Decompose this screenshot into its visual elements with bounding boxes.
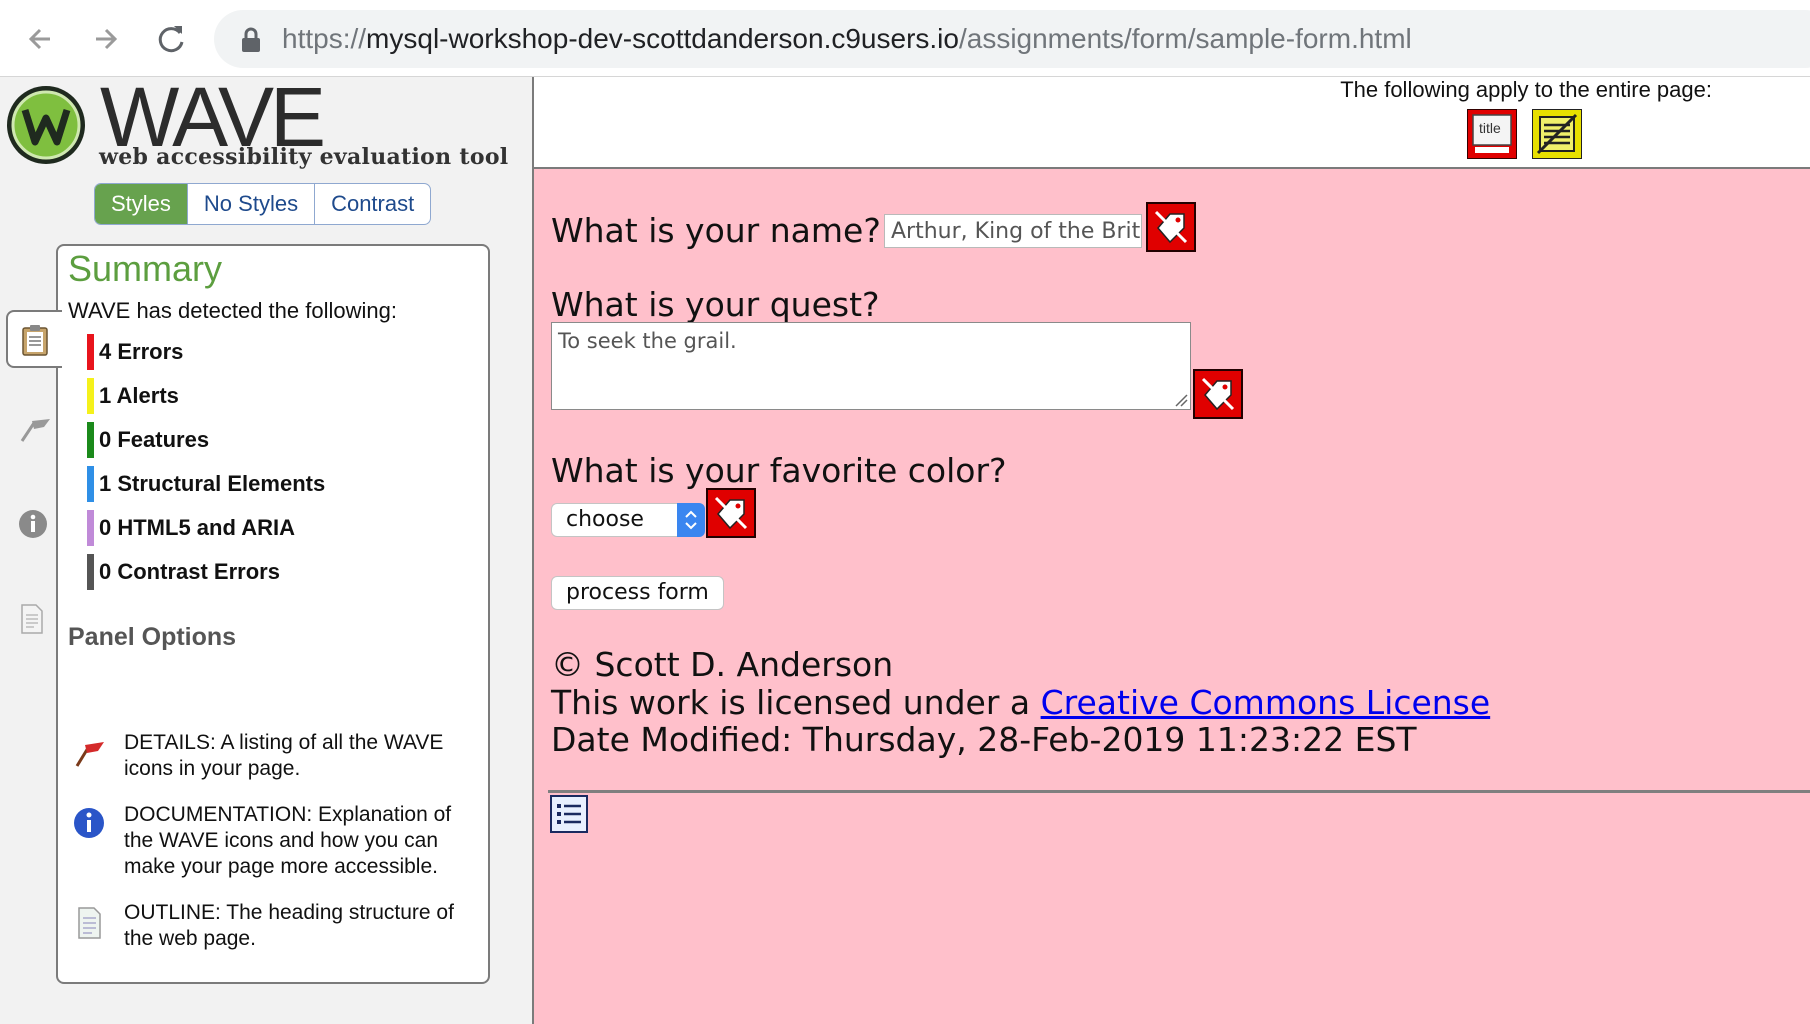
summary-panel: Summary WAVE has detected the following:… [56,244,490,984]
apply-text: The following apply to the entire page: [1340,77,1712,102]
url-path: /assignments/form/sample-form.html [958,23,1412,54]
url-scheme: https:// [282,23,367,54]
stat-label: 1 Structural Elements [99,471,326,496]
summary-title: Summary [68,248,223,289]
alerts-color-bar [87,378,94,414]
option-details-text: DETAILS: A listing of all the WAVE icons… [124,731,444,780]
missing-title-error-icon[interactable]: title [1466,108,1518,160]
reload-icon[interactable] [150,18,192,60]
wave-sidebar: WAVE web accessibility evaluation tool S… [0,70,534,1024]
errors-color-bar [87,334,94,370]
horizontal-rule [548,790,1810,793]
summary-intro: WAVE has detected the following: [68,298,397,323]
list-structure-icon[interactable] [550,795,588,833]
option-documentation[interactable]: DOCUMENTATION: Explanation of the WAVE i… [68,802,478,884]
missing-label-error-icon[interactable] [706,488,756,538]
flag-icon [20,419,50,442]
missing-label-error-icon[interactable] [1193,369,1243,419]
no-styles-tab[interactable]: No Styles [188,184,316,224]
stat-label: 0 Contrast Errors [99,559,280,584]
stat-label: 4 Errors [99,339,184,364]
stat-html5-aria[interactable]: 0 HTML5 and ARIA [87,510,295,546]
language-missing-error-icon[interactable] [1531,108,1583,160]
process-form-button[interactable]: process form [551,576,724,610]
details-panel-tab[interactable] [6,403,58,455]
stat-structural[interactable]: 1 Structural Elements [87,466,325,502]
stat-features[interactable]: 0 Features [87,422,209,458]
question-name: What is your name? [551,211,881,250]
contrast-color-bar [87,554,94,590]
copyright-text: © Scott D. Anderson [551,645,894,684]
browser-toolbar: https://mysql-workshop-dev-scottdanderso… [0,0,1810,77]
outline-icon [78,907,101,939]
license-prefix: This work is licensed under a [551,683,1041,722]
info-icon [19,510,47,538]
page-content: What is your name? Arthur, King of the B… [534,169,1810,1024]
structural-color-bar [87,466,94,502]
stat-label: 0 HTML5 and ARIA [99,515,295,540]
url-host: mysql-workshop-dev-scottdanderson.c9user… [366,23,959,54]
flag-icon [75,742,104,767]
option-documentation-text: DOCUMENTATION: Explanation of the WAVE i… [124,803,452,878]
stat-alerts[interactable]: 1 Alerts [87,378,179,414]
creative-commons-link[interactable]: Creative Commons License [1041,683,1491,722]
html5-color-bar [87,510,94,546]
style-toggle: Styles No Styles Contrast [94,183,432,225]
stat-errors[interactable]: 4 Errors [87,334,183,370]
name-input[interactable]: Arthur, King of the Brito [884,214,1142,248]
select-arrows-icon [677,503,705,537]
panel-options-heading: Panel Options [68,623,237,651]
wave-logo-icon [7,86,85,164]
back-arrow-icon[interactable] [20,18,62,60]
question-color: What is your favorite color? [551,451,1007,490]
quest-text: To seek the grail. [558,329,737,353]
features-color-bar [87,422,94,458]
option-outline-text: OUTLINE: The heading structure of the we… [124,901,454,950]
clipboard-icon [22,325,48,356]
address-bar[interactable]: https://mysql-workshop-dev-scottdanderso… [214,10,1810,68]
outline-panel-tab[interactable] [6,591,58,643]
question-quest: What is your quest? [551,285,880,324]
stat-contrast[interactable]: 0 Contrast Errors [87,554,280,590]
quest-textarea[interactable]: To seek the grail. [551,322,1191,410]
license-line: This work is licensed under a Creative C… [551,683,1490,722]
stat-label: 0 Features [99,427,210,452]
info-icon [74,808,104,838]
resize-handle-icon[interactable] [1174,393,1188,407]
wave-logo-subtitle: web accessibility evaluation tool [99,144,509,170]
document-icon [21,604,43,634]
date-modified-text: Date Modified: Thursday, 28-Feb-2019 11:… [551,720,1417,759]
styles-tab[interactable]: Styles [95,184,188,224]
forward-arrow-icon[interactable] [84,18,126,60]
color-select[interactable]: choose [551,503,705,537]
missing-label-error-icon[interactable] [1146,202,1196,252]
option-outline[interactable]: OUTLINE: The heading structure of the we… [68,900,478,956]
option-details[interactable]: DETAILS: A listing of all the WAVE icons… [68,730,478,786]
select-value: choose [566,507,644,532]
url-text: https://mysql-workshop-dev-scottdanderso… [282,23,1412,55]
stat-label: 1 Alerts [99,383,179,408]
contrast-tab[interactable]: Contrast [315,184,430,224]
page-level-icons-bar: The following apply to the entire page: … [534,77,1810,169]
documentation-panel-tab[interactable] [6,497,58,549]
lock-icon [242,27,260,52]
title-icon-label: title [1479,120,1501,136]
summary-panel-tab[interactable] [6,310,62,368]
